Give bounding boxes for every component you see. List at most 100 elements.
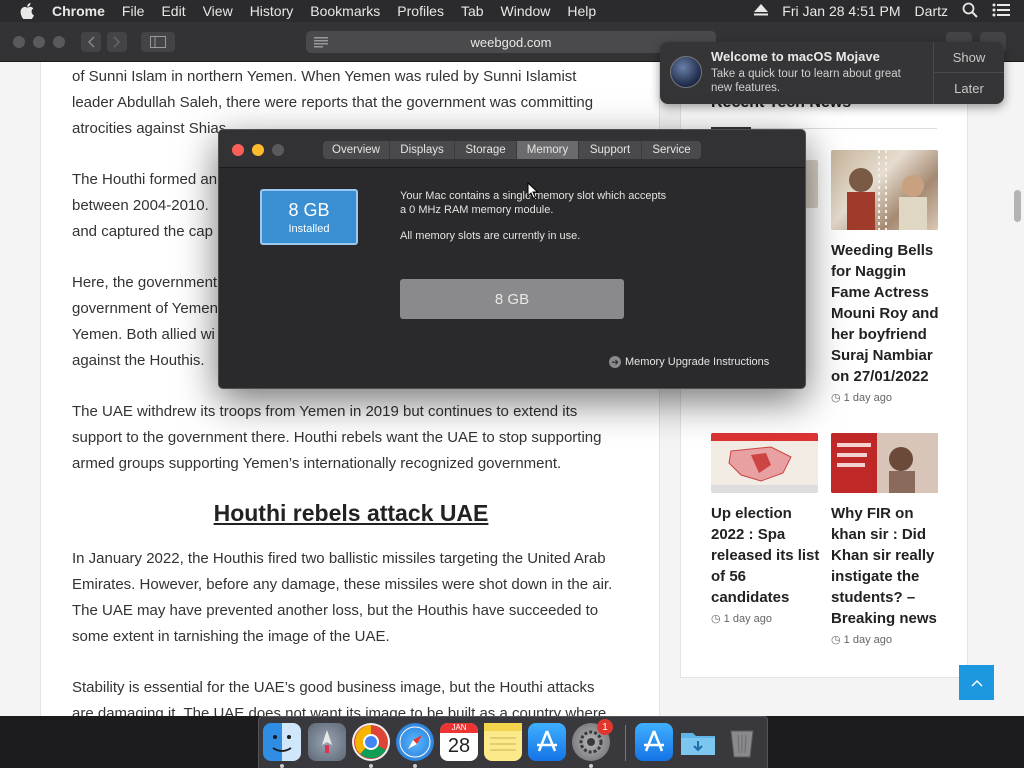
menu-history[interactable]: History xyxy=(250,3,294,19)
menu-profiles[interactable]: Profiles xyxy=(397,3,444,19)
news-title-link[interactable]: Weeding Bells for Naggin Fame Actress Mo… xyxy=(831,240,941,387)
text-line: The UAE may have prevented another loss,… xyxy=(72,602,599,619)
downloads-folder-icon[interactable] xyxy=(679,723,717,761)
memory-status: All memory slots are currently in use. xyxy=(400,230,581,242)
menu-tab[interactable]: Tab xyxy=(461,3,484,19)
scroll-to-top-button[interactable] xyxy=(959,665,994,700)
about-this-mac-window: Overview Displays Storage Memory Support… xyxy=(218,129,806,389)
chevron-left-icon xyxy=(87,36,95,48)
sidebar-icon xyxy=(150,36,166,48)
app-store-icon[interactable] xyxy=(635,723,673,761)
running-indicator xyxy=(369,764,373,768)
spotlight-search-icon[interactable] xyxy=(962,2,978,21)
sidebar-toggle-button[interactable] xyxy=(141,32,175,52)
chrome-icon[interactable] xyxy=(352,723,390,761)
apple-icon[interactable] xyxy=(18,2,36,20)
finder-icon[interactable] xyxy=(263,723,301,761)
window-titlebar: Overview Displays Storage Memory Support… xyxy=(219,130,805,168)
text-line: armed groups supporting Yemen’s internat… xyxy=(72,455,562,472)
tab-bar: Overview Displays Storage Memory Support… xyxy=(323,141,701,159)
dock: JAN 28 1 xyxy=(258,716,768,768)
menu-app-name[interactable]: Chrome xyxy=(52,3,105,19)
memory-upgrade-link[interactable]: ➜ Memory Upgrade Instructions xyxy=(609,356,769,368)
notification-center-icon[interactable] xyxy=(992,3,1010,20)
trash-icon[interactable] xyxy=(723,723,761,761)
news-meta: ◷ 1 day ago xyxy=(711,613,772,625)
news-thumbnail[interactable] xyxy=(711,433,818,493)
menu-edit[interactable]: Edit xyxy=(161,3,185,19)
text-line: of Sunni Islam in northern Yemen. When Y… xyxy=(72,68,577,85)
running-indicator xyxy=(589,764,593,768)
menubar-clock[interactable]: Fri Jan 28 4:51 PM xyxy=(782,3,900,19)
menu-bar: Chrome File Edit View History Bookmarks … xyxy=(0,0,1024,22)
url-text: weebgod.com xyxy=(470,34,552,50)
window-close-button[interactable] xyxy=(232,144,244,156)
news-title-link[interactable]: Why FIR on khan sir : Did Khan sir reall… xyxy=(831,503,941,629)
calendar-month: JAN xyxy=(440,723,478,733)
clock-icon: ◷ xyxy=(831,392,841,404)
notes-icon[interactable] xyxy=(484,723,522,761)
menu-help[interactable]: Help xyxy=(567,3,596,19)
dock-divider xyxy=(625,725,626,761)
tab-storage[interactable]: Storage xyxy=(455,141,517,159)
notification-badge: 1 xyxy=(597,719,613,735)
scrollbar-thumb[interactable] xyxy=(1014,190,1021,222)
address-bar[interactable]: weebgod.com xyxy=(306,31,716,53)
text-line: some extent in tarnishing the image of t… xyxy=(72,628,390,645)
safari-icon[interactable] xyxy=(396,723,434,761)
calendar-day: 28 xyxy=(447,735,471,757)
running-indicator xyxy=(413,764,417,768)
menu-bookmarks[interactable]: Bookmarks xyxy=(310,3,380,19)
clock-icon: ◷ xyxy=(711,613,721,625)
browser-close-button[interactable] xyxy=(13,36,25,48)
article-paragraph: The UAE withdrew its troops from Yemen i… xyxy=(72,399,638,477)
text-line: In January 2022, the Houthis fired two b… xyxy=(72,550,606,567)
news-thumbnail[interactable] xyxy=(831,433,938,493)
calendar-icon[interactable]: JAN 28 xyxy=(440,723,478,761)
browser-zoom-button[interactable] xyxy=(53,36,65,48)
running-indicator xyxy=(280,764,284,768)
chevron-up-icon xyxy=(970,679,983,687)
text-line: leader Abdullah Saleh, there were report… xyxy=(72,94,594,111)
section-heading: Houthi rebels attack UAE xyxy=(213,500,489,526)
news-meta: ◷ 1 day ago xyxy=(831,634,892,646)
reader-icon[interactable] xyxy=(314,36,328,51)
notification-title: Welcome to macOS Mojave xyxy=(711,49,880,64)
menubar-user[interactable]: Dartz xyxy=(915,3,948,19)
window-zoom-button[interactable] xyxy=(272,144,284,156)
clock-icon: ◷ xyxy=(831,634,841,646)
app-store-icon[interactable] xyxy=(528,723,566,761)
show-button[interactable]: Show xyxy=(934,42,1004,73)
menu-file[interactable]: File xyxy=(122,3,145,19)
mojave-notification[interactable]: Welcome to macOS Mojave Take a quick tou… xyxy=(660,42,1004,104)
back-button[interactable] xyxy=(81,32,101,52)
news-meta: ◷ 1 day ago xyxy=(831,392,892,404)
browser-minimize-button[interactable] xyxy=(33,36,45,48)
installed-memory-badge: 8 GB Installed xyxy=(260,189,358,245)
text-line: Stability is essential for the UAE’s goo… xyxy=(72,679,595,696)
text-line: support to the government there. Houthi … xyxy=(72,429,602,446)
info-line: a 0 MHz RAM memory module. xyxy=(400,204,554,216)
installed-amount: 8 GB xyxy=(288,200,330,220)
later-button[interactable]: Later xyxy=(934,73,1004,104)
text-line: The UAE withdrew its troops from Yemen i… xyxy=(72,403,578,420)
tab-overview[interactable]: Overview xyxy=(323,141,390,159)
tab-displays[interactable]: Displays xyxy=(390,141,455,159)
tab-service[interactable]: Service xyxy=(642,141,701,159)
page-scrollbar[interactable] xyxy=(1010,62,1024,716)
mojave-icon xyxy=(670,56,702,88)
launchpad-icon[interactable] xyxy=(308,723,346,761)
tab-support[interactable]: Support xyxy=(579,141,642,159)
eject-icon[interactable] xyxy=(754,3,769,19)
mouse-cursor xyxy=(527,181,539,205)
article-paragraph: In January 2022, the Houthis fired two b… xyxy=(72,546,638,650)
tab-memory[interactable]: Memory xyxy=(517,141,579,159)
upgrade-link-label: Memory Upgrade Instructions xyxy=(625,356,770,368)
menu-view[interactable]: View xyxy=(203,3,233,19)
memory-slot-bar: 8 GB xyxy=(400,279,624,319)
forward-button[interactable] xyxy=(107,32,127,52)
menu-window[interactable]: Window xyxy=(501,3,551,19)
news-thumbnail[interactable] xyxy=(831,150,938,230)
window-minimize-button[interactable] xyxy=(252,144,264,156)
news-title-link[interactable]: Up election 2022 : Spa released its list… xyxy=(711,503,821,608)
